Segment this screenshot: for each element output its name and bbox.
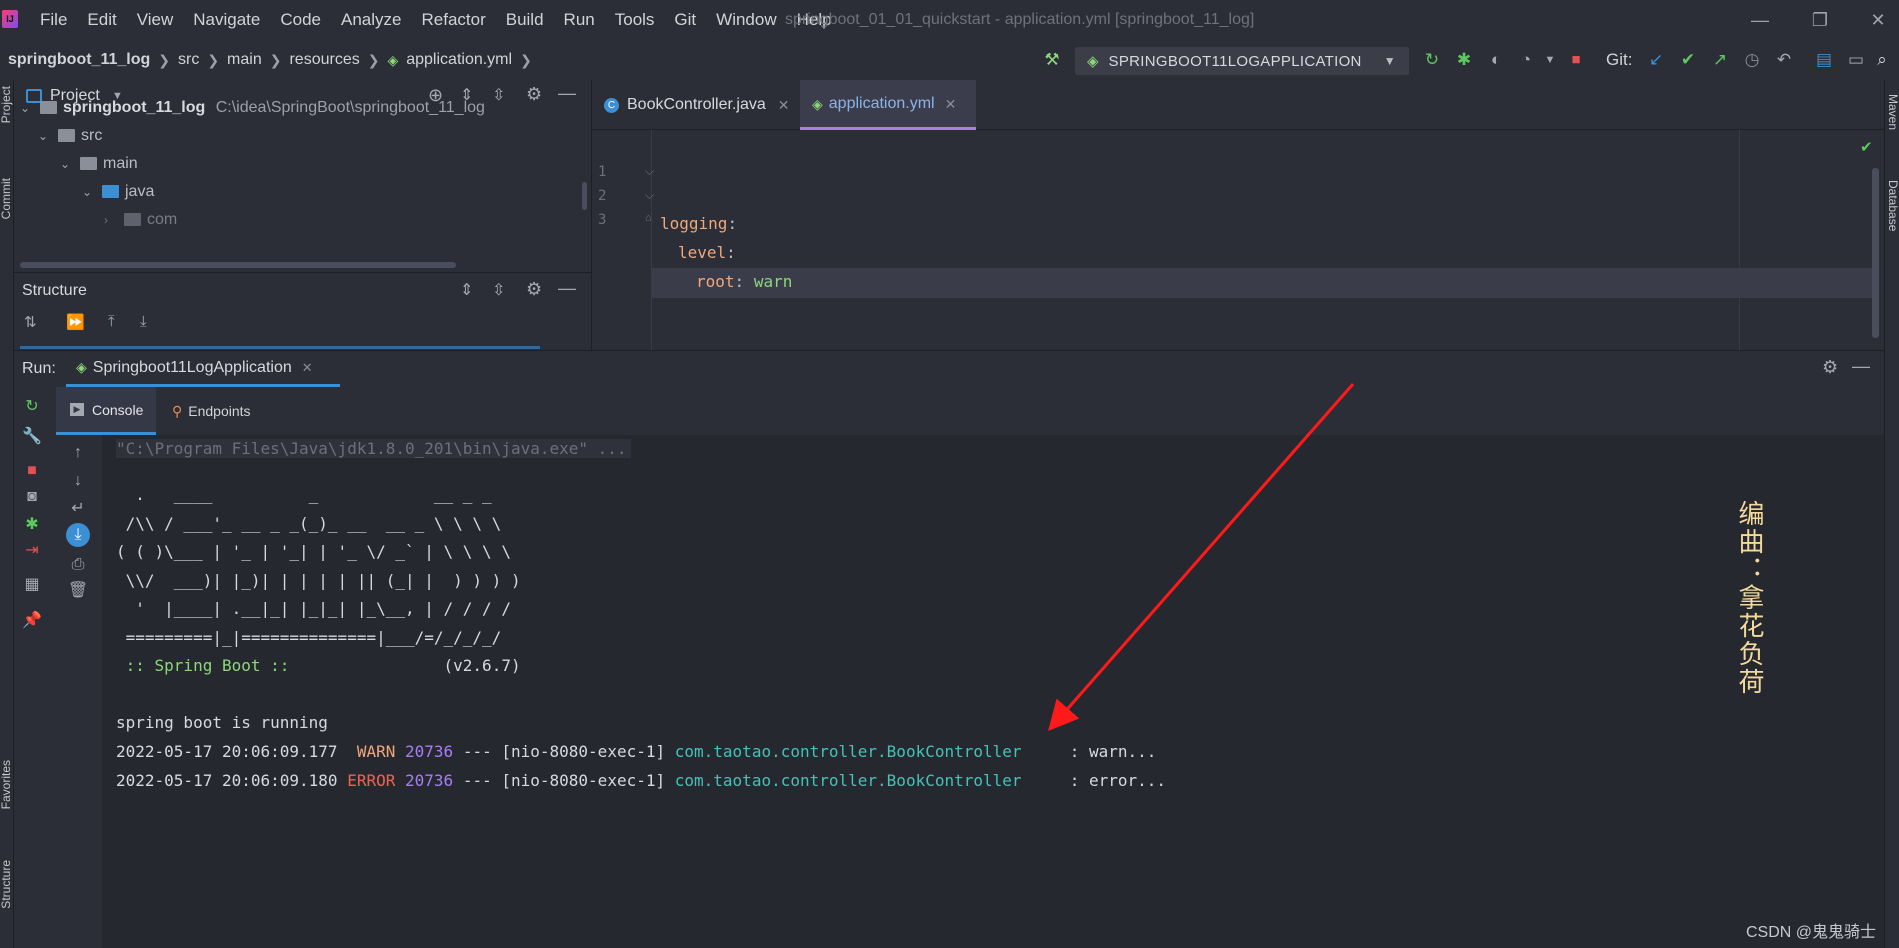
annotation-arrow — [1048, 383, 1355, 732]
csdn-watermark: CSDN @鬼鬼骑士 — [1746, 924, 1877, 941]
watermark-text: 编曲：拿花负荷 — [1734, 500, 1764, 696]
